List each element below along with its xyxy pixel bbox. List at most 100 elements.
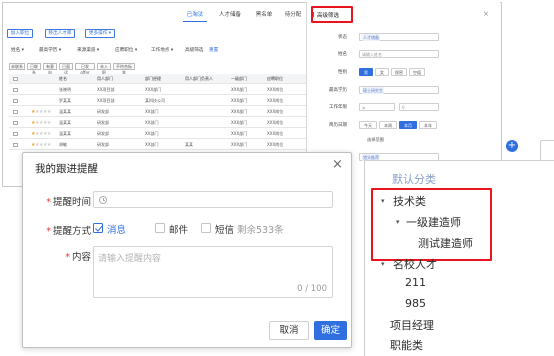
filter-name[interactable]: 姓名 ▾ [11, 47, 24, 53]
col-owner: 用人部门负责人 [185, 76, 213, 81]
table-cell: XX项目部 [97, 87, 115, 92]
tree-node-211[interactable]: 211 [405, 276, 426, 289]
row-checkbox[interactable] [13, 98, 18, 103]
table-cell[interactable]: 温某某 [59, 131, 71, 137]
chevron-down-icon[interactable]: ▾ [396, 218, 400, 226]
table-cell: XXX部门 [231, 98, 248, 103]
chevron-down-icon[interactable]: ▾ [381, 260, 385, 268]
sms-option-label[interactable]: 短信 [215, 222, 234, 236]
add-to-position-button[interactable]: 加入职位 [7, 29, 33, 38]
message-option-label[interactable]: 消息 [107, 222, 126, 236]
gender-empty-option[interactable]: 空值 [409, 68, 425, 76]
table-row[interactable]: ★★★★★ 温某某 研发部 XX部门 XXX部门 XXX岗位 [9, 129, 309, 139]
table-cell: XXX岗位 [267, 131, 284, 136]
rating-stars-icon[interactable]: ★★★★★ [31, 131, 51, 137]
years-operator-select[interactable]: ≥ [359, 103, 395, 111]
table-cell[interactable]: 张晓明 [59, 87, 71, 93]
select-all-checkbox[interactable] [13, 76, 18, 81]
date-today-option[interactable]: 今天 [359, 121, 377, 129]
tree-node-tech[interactable]: 技术类 [393, 193, 426, 209]
filter-row: 姓名 ▾ 最高学历 ▾ 来源渠道 ▾ 应聘职位 ▾ 工作地点 ▾ 高级筛选 重置 [11, 47, 311, 55]
tree-node-builder[interactable]: 一级建造师 [406, 214, 461, 230]
status-select[interactable]: 人才储备 [359, 33, 439, 41]
tab-blacklist[interactable]: 黑名单 [253, 10, 275, 22]
table-row[interactable]: 罗某某 XX项目部 某科技公司 XXX部门 XXX岗位 [9, 96, 309, 106]
tab-unassigned[interactable]: 待分配 [281, 10, 305, 22]
gender-female-option[interactable]: 女 [375, 68, 389, 76]
table-cell: XXX岗位 [267, 120, 284, 125]
label-gender: 性别 [338, 70, 347, 75]
row-checkbox[interactable] [13, 142, 18, 147]
filter-position[interactable]: 应聘职位 ▾ [115, 47, 137, 53]
row-checkbox[interactable] [13, 109, 18, 114]
date-range-text[interactable]: 选择范围 [367, 137, 384, 143]
gender-male-option[interactable]: 男 [359, 68, 373, 76]
education-select[interactable]: 硕士研究生 [359, 86, 439, 94]
label-years: 工作年限 [329, 105, 347, 110]
table-cell[interactable]: 温某某 [59, 109, 71, 115]
table-row[interactable]: 张晓明 XX项目部 XXX部门 XXX部门 XXX岗位 [9, 85, 309, 95]
close-icon[interactable]: × [483, 10, 489, 18]
tree-node-985[interactable]: 985 [405, 297, 426, 310]
rating-stars-icon[interactable]: ★★★★★ [31, 120, 51, 126]
chip-offer-sent[interactable]: 已发offer [75, 63, 95, 75]
chip-contacted[interactable]: 已联系 [27, 63, 41, 75]
tree-node-pm[interactable]: 项目经理 [390, 317, 434, 333]
cancel-button[interactable]: 取消 [269, 321, 309, 340]
add-category-button[interactable]: + [506, 140, 518, 152]
side-collapse-handle[interactable] [540, 140, 554, 162]
advanced-filter-link[interactable]: 高级筛选 [185, 47, 203, 53]
table-cell: 研发部 [97, 131, 109, 136]
rating-stars-icon[interactable]: ★★★★★ [31, 109, 51, 115]
chip-not-qualified[interactable]: 不符合标准 [113, 63, 135, 75]
table-row[interactable]: ★★★★★ 温某某 研发部 XX部门 XXX部门 XXX岗位 [9, 118, 309, 128]
date-week-option[interactable]: 本周 [379, 121, 397, 129]
tree-node-test-builder[interactable]: 测试建造师 [418, 235, 473, 251]
sms-checkbox[interactable] [201, 223, 211, 233]
row-checkbox[interactable] [13, 87, 18, 92]
chip-uncontacted[interactable]: 未联系 [9, 63, 25, 70]
row-checkbox[interactable] [13, 131, 18, 136]
message-checkbox[interactable] [93, 223, 103, 233]
follow-up-reminder-dialog: 我的跟进提醒 × * 提醒时间 * 提醒方式 消息 邮件 短信 剩余533条 * 内容… [22, 152, 352, 348]
label-name: 姓名 [338, 52, 347, 57]
filter-education[interactable]: 最高学历 ▾ [39, 47, 61, 53]
char-counter: 0 / 100 [297, 284, 327, 294]
chip-interested[interactable]: 有意向 [43, 63, 57, 75]
table-cell: XX部门 [145, 120, 159, 125]
reset-link[interactable]: 重置 [209, 47, 218, 53]
tree-node-functional[interactable]: 职能类 [390, 337, 423, 353]
row-checkbox[interactable] [13, 120, 18, 125]
table-cell[interactable]: 温某某 [59, 120, 71, 126]
table-cell: XX部门 [145, 109, 159, 114]
tree-root-default[interactable]: 默认分类 [392, 171, 436, 187]
chip-interviewed[interactable]: 已面试 [59, 63, 73, 75]
date-year-option[interactable]: 本年 [419, 121, 437, 129]
years-value-input[interactable]: 0 [399, 103, 439, 111]
chip-not-onboarded[interactable]: 未入职 [97, 63, 111, 75]
reminder-time-picker[interactable] [93, 191, 333, 208]
filter-source[interactable]: 来源渠道 ▾ [77, 47, 99, 53]
tab-eliminated[interactable]: 已淘汰 [183, 10, 207, 22]
table-cell: XXX岗位 [267, 98, 284, 103]
table-cell[interactable]: 罗某某 [59, 98, 71, 104]
rating-stars-icon[interactable]: ★★★★★ [31, 142, 51, 148]
close-icon[interactable]: × [332, 157, 343, 172]
reminder-content-textarea[interactable]: 请输入提醒内容 0 / 100 [93, 246, 333, 298]
chevron-down-icon[interactable]: ▾ [381, 197, 385, 205]
remove-from-pool-button[interactable]: 移出人才库 [45, 29, 75, 38]
email-checkbox[interactable] [155, 223, 165, 233]
date-month-option[interactable]: 本月 [399, 121, 417, 129]
more-actions-button[interactable]: 更多操作 ▾ [85, 29, 115, 38]
gender-secret-option[interactable]: 保密 [391, 68, 407, 76]
table-row[interactable]: ★★★★★ 温某某 研发部 XX部门 XXX部门 XXX岗位 [9, 107, 309, 117]
confirm-button[interactable]: 确定 [314, 321, 347, 340]
method-label: * 提醒方式 [41, 223, 91, 237]
table-cell[interactable]: 胡敏 [59, 142, 67, 148]
name-input[interactable]: 请输入姓名 [359, 50, 439, 58]
tree-node-elite-school[interactable]: 名校人才 [393, 256, 437, 272]
table-row[interactable]: ★★★★★ 胡敏 研发部 XX部门 某某 XXX部门 XXX岗位 [9, 140, 309, 150]
filter-location[interactable]: 工作地点 ▾ [151, 47, 173, 53]
email-option-label[interactable]: 邮件 [169, 222, 188, 236]
tab-talent-reserve[interactable]: 人才储备 [215, 10, 245, 22]
